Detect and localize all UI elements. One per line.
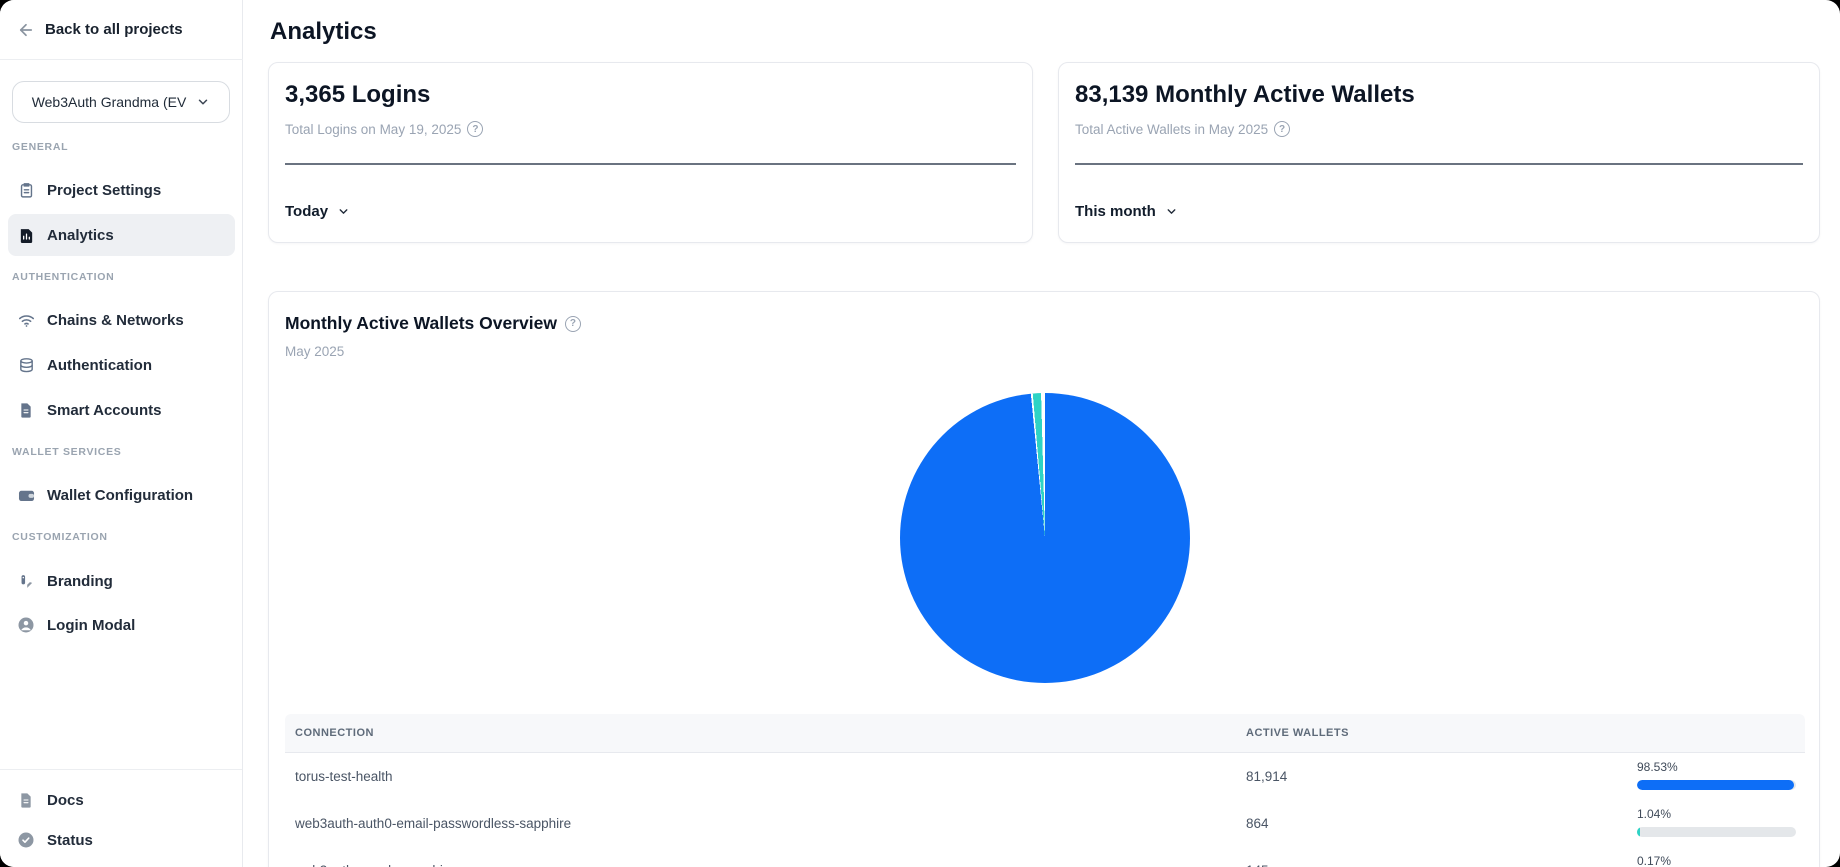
progress-bar: [1637, 780, 1796, 790]
percent-cell: 1.04%: [1637, 800, 1797, 847]
sidebar-item-docs[interactable]: Docs: [8, 779, 235, 821]
percent-label: 0.17%: [1637, 854, 1671, 867]
sidebar-item-label: Docs: [47, 792, 84, 809]
project-selector-value: Web3Auth Grandma (EV: [32, 94, 187, 110]
section-label-general: GENERAL: [12, 141, 68, 153]
connections-table: CONNECTION ACTIVE WALLETS torus-test-hea…: [285, 714, 1805, 867]
arrow-left-icon: [17, 21, 35, 39]
sidebar-item-label: Chains & Networks: [47, 312, 184, 329]
chevron-down-icon: [337, 205, 350, 218]
active-wallets-stat-value: 83,139 Monthly Active Wallets: [1075, 81, 1415, 109]
monthly-active-wallets-overview-card: Monthly Active Wallets Overview ? May 20…: [268, 291, 1820, 867]
sidebar-item-authentication[interactable]: Authentication: [8, 344, 235, 386]
connection-cell: web3auth-auth0-email-passwordless-sapphi…: [295, 800, 571, 847]
sidebar-item-label: Branding: [47, 573, 113, 590]
progress-bar: [1637, 827, 1796, 837]
active-wallets-pie-chart[interactable]: [900, 393, 1190, 683]
sidebar-item-login-modal[interactable]: Login Modal: [8, 604, 235, 646]
wallets-cell: 864: [1246, 800, 1269, 847]
back-label: Back to all projects: [45, 21, 183, 38]
stat-card-divider: [1075, 163, 1803, 165]
page-title: Analytics: [270, 18, 377, 46]
user-circle-icon: [16, 615, 36, 635]
table-row: torus-test-health 81,914 98.53%: [285, 753, 1805, 800]
table-header-row: CONNECTION ACTIVE WALLETS: [285, 714, 1805, 753]
sidebar-item-label: Authentication: [47, 357, 152, 374]
sidebar-footer-divider: [0, 769, 242, 770]
connection-cell: web3auth-google-sapphire: [295, 847, 455, 867]
section-label-authentication: AUTHENTICATION: [12, 271, 114, 283]
sidebar-item-project-settings[interactable]: Project Settings: [8, 169, 235, 211]
sidebar-item-branding[interactable]: Branding: [8, 560, 235, 602]
doc-icon: [16, 790, 36, 810]
chevron-down-icon: [1165, 205, 1178, 218]
sidebar: Back to all projects Web3Auth Grandma (E…: [0, 0, 243, 867]
wallets-cell: 145: [1246, 847, 1269, 867]
stat-card-divider: [285, 163, 1016, 165]
wallet-icon: [16, 485, 36, 505]
help-icon[interactable]: ?: [467, 121, 483, 137]
app-window: Back to all projects Web3Auth Grandma (E…: [0, 0, 1840, 867]
percent-cell: 98.53%: [1637, 753, 1797, 800]
overview-title: Monthly Active Wallets Overview: [285, 313, 557, 334]
active-wallets-range-dropdown[interactable]: This month: [1075, 194, 1178, 228]
database-icon: [16, 355, 36, 375]
wallets-cell: 81,914: [1246, 753, 1287, 800]
sidebar-item-label: Smart Accounts: [47, 402, 161, 419]
back-to-projects-link[interactable]: Back to all projects: [0, 0, 243, 60]
sidebar-item-wallet-configuration[interactable]: Wallet Configuration: [8, 474, 235, 516]
section-label-customization: CUSTOMIZATION: [12, 531, 108, 543]
active-wallets-stat-card: 83,139 Monthly Active Wallets Total Acti…: [1058, 62, 1820, 243]
column-header-active-wallets: ACTIVE WALLETS: [1246, 714, 1349, 753]
percent-label: 98.53%: [1637, 760, 1678, 774]
wifi-icon: [16, 310, 36, 330]
percent-label: 1.04%: [1637, 807, 1671, 821]
file-icon: [16, 400, 36, 420]
brush-icon: [16, 571, 36, 591]
range-value: Today: [285, 203, 328, 220]
table-row: web3auth-google-sapphire 145 0.17%: [285, 847, 1805, 867]
logins-range-dropdown[interactable]: Today: [285, 194, 350, 228]
active-wallets-stat-subtitle: Total Active Wallets in May 2025: [1075, 122, 1268, 137]
logins-stat-value: 3,365 Logins: [285, 81, 430, 109]
sidebar-item-label: Wallet Configuration: [47, 487, 193, 504]
connection-cell: torus-test-health: [295, 753, 393, 800]
column-header-connection: CONNECTION: [295, 714, 374, 753]
help-icon[interactable]: ?: [565, 316, 581, 332]
logins-stat-subtitle: Total Logins on May 19, 2025: [285, 122, 461, 137]
table-row: web3auth-auth0-email-passwordless-sapphi…: [285, 800, 1805, 847]
sidebar-item-smart-accounts[interactable]: Smart Accounts: [8, 389, 235, 431]
logins-stat-card: 3,365 Logins Total Logins on May 19, 202…: [268, 62, 1033, 243]
sidebar-item-label: Analytics: [47, 227, 114, 244]
percent-cell: 0.17%: [1637, 847, 1797, 867]
sidebar-item-label: Status: [47, 832, 93, 849]
bar-chart-icon: [16, 225, 36, 245]
sidebar-item-label: Project Settings: [47, 182, 161, 199]
sidebar-item-chains-networks[interactable]: Chains & Networks: [8, 299, 235, 341]
section-label-wallet-services: WALLET SERVICES: [12, 446, 122, 458]
clipboard-icon: [16, 180, 36, 200]
sidebar-item-label: Login Modal: [47, 617, 135, 634]
overview-subtitle: May 2025: [285, 344, 344, 359]
sidebar-item-analytics[interactable]: Analytics: [8, 214, 235, 256]
check-circle-icon: [16, 830, 36, 850]
help-icon[interactable]: ?: [1274, 121, 1290, 137]
chevron-down-icon: [196, 95, 210, 109]
sidebar-item-status[interactable]: Status: [8, 819, 235, 861]
project-selector-dropdown[interactable]: Web3Auth Grandma (EV: [12, 81, 230, 123]
range-value: This month: [1075, 203, 1156, 220]
